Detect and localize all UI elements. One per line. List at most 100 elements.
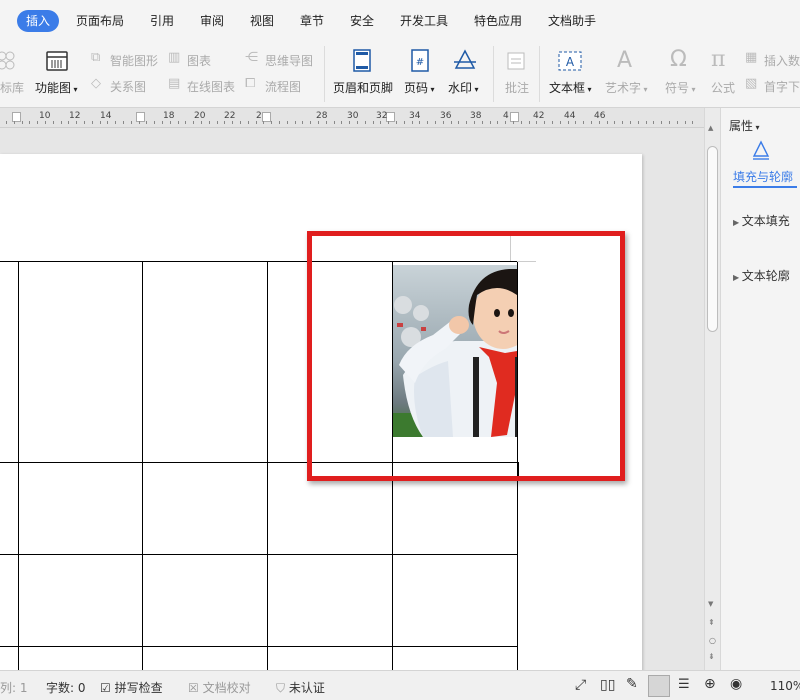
ruler-tick xyxy=(373,121,374,124)
ruler-label: 30 xyxy=(347,111,359,121)
web-view-icon[interactable]: ⊕ xyxy=(704,676,716,692)
tab-developer-tools[interactable]: 开发工具 xyxy=(400,10,448,32)
outline-view-icon[interactable]: ☰ xyxy=(678,677,690,692)
chart-button[interactable]: 图表 xyxy=(187,52,211,69)
ruler-tick xyxy=(123,121,124,124)
ruler-tick xyxy=(692,121,693,124)
horizontal-ruler[interactable]: 10 12 14 18 20 22 2 28 30 32 34 36 38 4 … xyxy=(0,108,720,128)
flowchart-button[interactable]: 流程图 xyxy=(265,78,301,95)
icon-library-button[interactable]: 标库 xyxy=(0,79,24,96)
header-footer-button[interactable]: 页眉和页脚 xyxy=(333,79,393,96)
tab-insert[interactable]: 插入 xyxy=(17,10,60,32)
ruler-marker[interactable] xyxy=(136,112,145,122)
doc-proof-icon: ☒ xyxy=(188,681,203,695)
word-count[interactable]: 字数: 0 xyxy=(46,679,86,696)
page-view-icon[interactable] xyxy=(648,675,670,697)
ruler-tick xyxy=(84,121,85,124)
tab-view[interactable]: 视图 xyxy=(250,10,274,32)
read-mode-icon[interactable]: ▯▯ xyxy=(600,677,615,693)
ruler-tick xyxy=(451,121,452,124)
tab-fill-outline[interactable]: 填充与轮廓 xyxy=(733,168,793,185)
page-number-button[interactable]: 页码 ▾ xyxy=(404,79,435,96)
prev-page-icon[interactable]: ⇞ xyxy=(708,618,715,627)
mind-map-button[interactable]: 思维导图 xyxy=(265,52,313,69)
properties-header-label: 属性 xyxy=(729,119,754,133)
watermark-icon xyxy=(454,49,476,69)
tab-special-apps[interactable]: 特色应用 xyxy=(474,10,522,32)
ruler-label: 28 xyxy=(316,111,328,121)
ruler-tick xyxy=(232,121,233,124)
page-number-icon: # xyxy=(411,49,429,72)
vertical-scrollbar[interactable]: ▲ ▼ ⇞ ○ ⇟ xyxy=(704,108,720,670)
text-box-button[interactable]: 文本框 ▾ xyxy=(549,79,592,96)
ruler-label: 38 xyxy=(470,111,482,121)
art-text-button[interactable]: 艺术字 ▾ xyxy=(605,79,648,96)
ruler-tick xyxy=(154,121,155,124)
tab-references[interactable]: 引用 xyxy=(150,10,174,32)
symbol-button[interactable]: 符号 ▾ xyxy=(665,79,696,96)
ruler-label: 34 xyxy=(409,111,421,121)
online-chart-button[interactable]: 在线图表 xyxy=(187,78,235,95)
tab-chapter[interactable]: 章节 xyxy=(300,10,324,32)
text-outline-section[interactable]: ▶ 文本轮廓 xyxy=(733,267,790,284)
scroll-thumb[interactable] xyxy=(707,146,718,332)
tab-review[interactable]: 审阅 xyxy=(200,10,224,32)
ruler-tick xyxy=(287,121,288,124)
ribbon-divider xyxy=(324,46,325,102)
spell-check-label: 拼写检查 xyxy=(114,681,163,695)
formula-button[interactable]: 公式 xyxy=(711,79,735,96)
ruler-tick xyxy=(466,121,467,124)
menu-tabs-bar: 插入 页面布局 引用 审阅 视图 章节 安全 开发工具 特色应用 文档助手 xyxy=(0,0,800,42)
comment-button[interactable]: 批注 xyxy=(505,79,529,96)
ruler-tick xyxy=(146,121,147,124)
ruler-marker[interactable] xyxy=(510,112,519,122)
fullscreen-icon[interactable]: ⤢ xyxy=(575,677,586,693)
ruler-tick xyxy=(568,121,569,124)
ruler-tick xyxy=(474,121,475,124)
chart-icon: ▥ xyxy=(168,50,181,65)
ruler-tick xyxy=(396,121,397,124)
ruler-tick xyxy=(646,121,647,124)
status-bar: 列: 1 字数: 0 ☑ 拼写检查 ☒ 文档校对 ⛉ 未认证 ⤢ ▯▯ ✎ ☰ … xyxy=(0,670,800,700)
ribbon-divider xyxy=(539,46,540,102)
function-chart-label: 功能图 xyxy=(35,81,72,95)
properties-header[interactable]: 属性 ▾ xyxy=(729,117,760,134)
edit-pen-icon[interactable]: ✎ xyxy=(626,676,638,692)
next-page-icon[interactable]: ⇟ xyxy=(708,652,715,661)
tab-page-layout[interactable]: 页面布局 xyxy=(76,10,124,32)
document-canvas xyxy=(0,128,705,670)
ruler-label: 14 xyxy=(100,111,112,121)
watermark-label: 水印 xyxy=(448,81,473,95)
highlight-box xyxy=(307,231,625,481)
ruler-label: 42 xyxy=(533,111,545,121)
tab-security[interactable]: 安全 xyxy=(350,10,374,32)
zoom-level[interactable]: 110% xyxy=(770,679,800,693)
tab-doc-assistant[interactable]: 文档助手 xyxy=(548,10,596,32)
spell-check-button[interactable]: ☑ 拼写检查 xyxy=(100,679,163,696)
eye-protect-icon[interactable]: ◉ xyxy=(730,676,742,692)
document-page[interactable] xyxy=(0,154,642,670)
ruler-tick xyxy=(318,121,319,124)
ruler-tick xyxy=(6,121,7,124)
scroll-down-icon[interactable]: ▼ xyxy=(708,600,713,608)
relation-chart-button[interactable]: 关系图 xyxy=(110,78,146,95)
scroll-up-icon[interactable]: ▲ xyxy=(708,124,713,132)
text-outline-label: 文本轮廓 xyxy=(741,269,790,283)
drop-cap-button[interactable]: 首字下 xyxy=(764,78,800,95)
page-number-label: 页码 xyxy=(404,81,429,95)
text-fill-section[interactable]: ▶ 文本填充 xyxy=(733,212,790,229)
ruler-tick xyxy=(107,121,108,124)
smart-shape-button[interactable]: 智能图形 xyxy=(110,52,158,69)
ruler-tick xyxy=(45,121,46,124)
ruler-label: 36 xyxy=(440,111,452,121)
ruler-tick xyxy=(435,121,436,124)
doc-proof-button[interactable]: ☒ 文档校对 xyxy=(188,679,251,696)
insert-number-button[interactable]: 插入数 xyxy=(764,52,800,69)
svg-text:#: # xyxy=(416,57,424,68)
watermark-button[interactable]: 水印 ▾ xyxy=(448,79,479,96)
select-browse-icon[interactable]: ○ xyxy=(709,636,716,645)
ruler-tick xyxy=(170,121,171,124)
unverified-button[interactable]: ⛉ 未认证 xyxy=(276,679,325,696)
function-chart-button[interactable]: 功能图 ▾ xyxy=(35,79,78,96)
ruler-tick xyxy=(380,121,381,124)
